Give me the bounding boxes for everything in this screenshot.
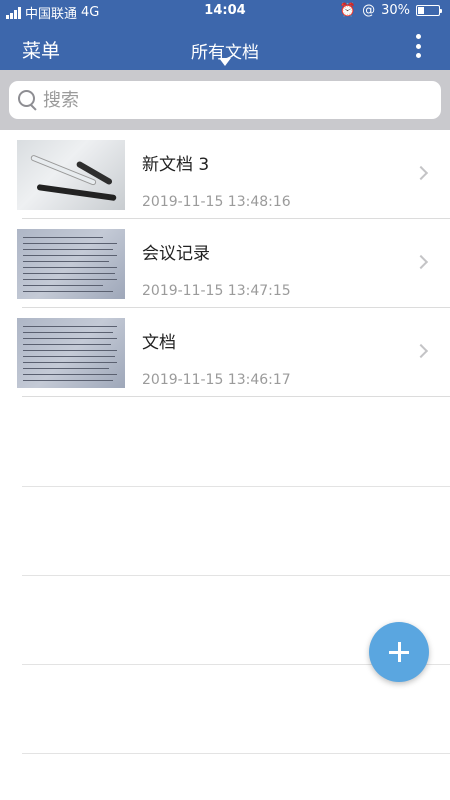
document-name: 文档 [142, 333, 176, 353]
divider [22, 753, 450, 754]
document-thumbnail [17, 318, 125, 388]
search-icon [17, 89, 39, 111]
document-list: 新文档 3 2019-11-15 13:48:16 会议记录 2019-11-1… [0, 130, 450, 397]
document-thumbnail [17, 140, 125, 210]
chevron-right-icon [413, 254, 429, 270]
document-name: 会议记录 [142, 244, 210, 264]
divider [22, 486, 450, 487]
nav-bar: 菜单 所有文档 [0, 22, 450, 70]
rotation-lock-icon: @ [362, 3, 376, 18]
caret-down-icon[interactable] [219, 58, 231, 66]
document-date: 2019-11-15 13:46:17 [142, 372, 291, 388]
status-bar: 中国联通 4G 14:04 ⏰ @ 30% [0, 0, 450, 22]
chevron-right-icon [413, 343, 429, 359]
search-bar [0, 70, 450, 130]
list-item[interactable]: 新文档 3 2019-11-15 13:48:16 [0, 130, 450, 219]
search-box[interactable] [9, 81, 441, 119]
document-date: 2019-11-15 13:48:16 [142, 194, 291, 210]
list-item[interactable]: 文档 2019-11-15 13:46:17 [0, 308, 450, 397]
search-input[interactable] [43, 89, 423, 111]
document-date: 2019-11-15 13:47:15 [142, 283, 291, 299]
more-vertical-icon[interactable] [414, 34, 422, 58]
chevron-right-icon [413, 165, 429, 181]
header: 中国联通 4G 14:04 ⏰ @ 30% 菜单 所有文档 [0, 0, 450, 70]
add-document-button[interactable] [369, 622, 429, 682]
battery-percent: 30% [381, 3, 410, 18]
plus-icon [389, 642, 409, 662]
document-thumbnail [17, 229, 125, 299]
divider [22, 575, 450, 576]
list-item[interactable]: 会议记录 2019-11-15 13:47:15 [0, 219, 450, 308]
document-name: 新文档 3 [142, 155, 210, 175]
battery-icon [416, 5, 442, 16]
alarm-icon: ⏰ [339, 3, 357, 18]
